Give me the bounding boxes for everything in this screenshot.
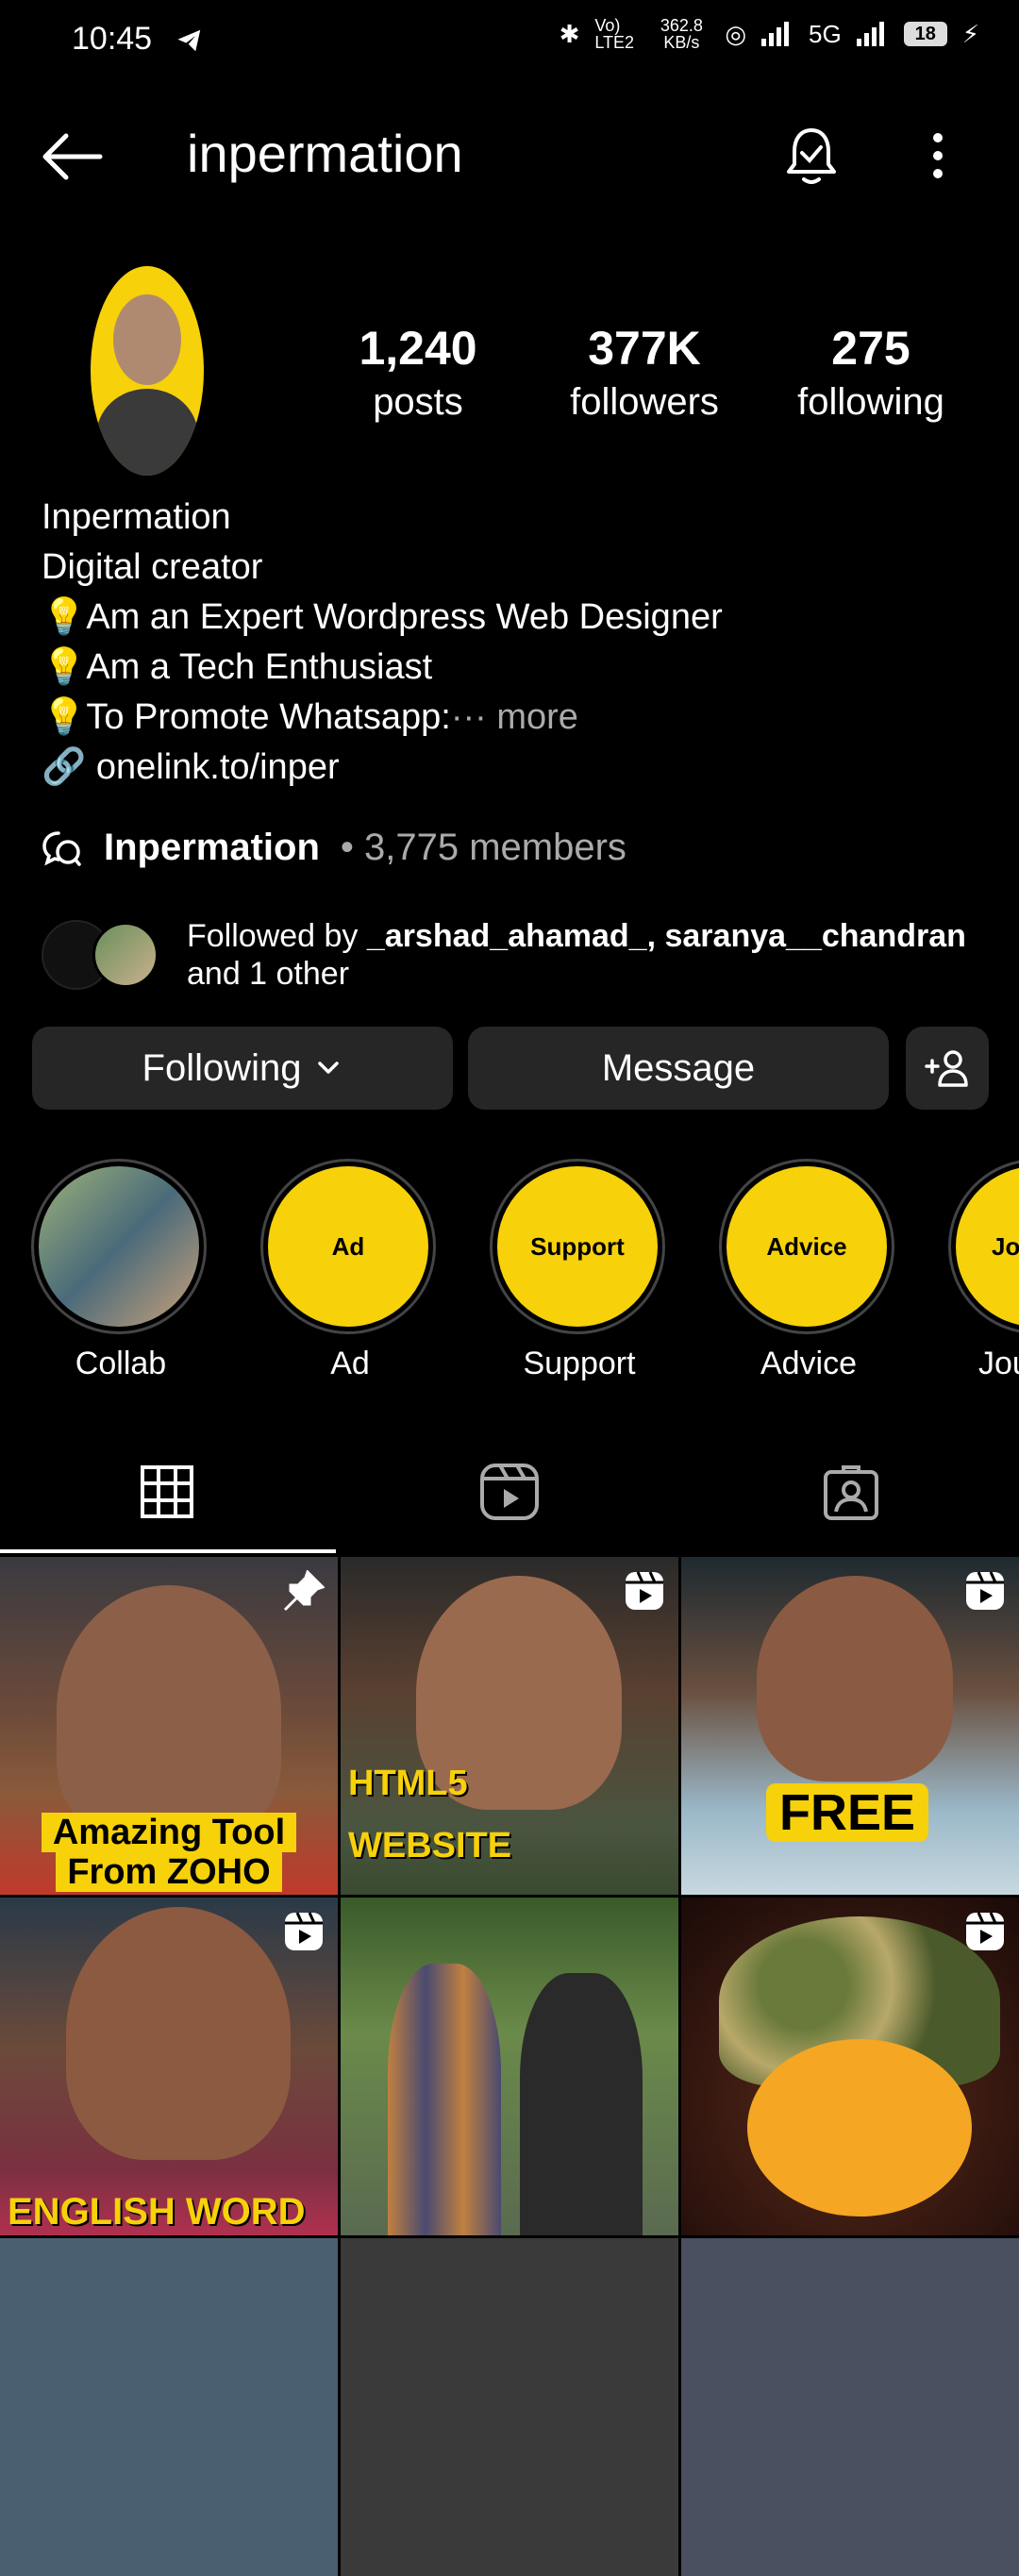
status-bar: 10:45 ✱ Vo) LTE2 362.8 KB/s ◎ 5G 18 ⚡	[0, 0, 1019, 85]
status-icons: ✱ Vo) LTE2 362.8 KB/s ◎ 5G 18 ⚡	[560, 17, 979, 51]
channel-icon	[42, 830, 81, 866]
following-count[interactable]: 275 following	[777, 321, 965, 424]
channel-members: • 3,775 members	[340, 827, 626, 868]
reels-tab-icon[interactable]	[479, 1463, 540, 1521]
channel-name: Inpermation	[104, 827, 320, 868]
profile-avatar[interactable]	[91, 266, 204, 476]
post-thumbnail[interactable]	[681, 2238, 1019, 2576]
add-person-icon	[925, 1050, 968, 1087]
bio-line-3: 💡To Promote Whatsapp:··· more	[42, 697, 578, 737]
grid-tab-icon[interactable]	[140, 1464, 194, 1519]
bio-category: Digital creator	[42, 547, 263, 587]
tagged-tab-icon[interactable]	[823, 1464, 879, 1521]
post-thumbnail[interactable]	[341, 2238, 678, 2576]
highlight-collab[interactable]: Collab	[31, 1159, 210, 1382]
reel-icon	[285, 1912, 323, 1950]
notification-bell-icon[interactable]	[783, 125, 840, 187]
highlight-journey[interactable]: Jo Jou	[948, 1159, 1019, 1404]
posts-count[interactable]: 1,240 posts	[324, 321, 512, 424]
post-thumbnail[interactable]	[681, 1898, 1019, 2235]
followers-count[interactable]: 377K followers	[550, 321, 739, 424]
broadcast-channel[interactable]: Inpermation • 3,775 members	[42, 827, 626, 869]
post-thumbnail[interactable]	[0, 2238, 338, 2576]
signal-icon-2	[856, 22, 884, 46]
reel-icon	[626, 1571, 663, 1610]
telegram-icon	[177, 29, 201, 52]
status-time: 10:45	[72, 21, 153, 57]
bluetooth-icon: ✱	[559, 19, 580, 48]
followed-by[interactable]: Followed by _arshad_ahamad_, saranya__ch…	[42, 917, 966, 993]
bio-line-2: 💡Am a Tech Enthusiast	[42, 647, 433, 687]
post-thumbnail[interactable]: ENGLISH WORD	[0, 1898, 338, 2235]
hotspot-icon: ◎	[725, 19, 747, 48]
network-speed: 362.8 KB/s	[660, 16, 703, 52]
signal-icon	[761, 22, 790, 46]
highlight-advice[interactable]: Advice Advice	[719, 1159, 898, 1382]
bio-link[interactable]: 🔗 onelink.to/inper	[42, 743, 985, 793]
post-thumbnail[interactable]: FREE	[681, 1557, 1019, 1895]
charging-icon: ⚡	[961, 19, 979, 48]
active-tab-indicator	[0, 1549, 336, 1553]
reel-icon	[966, 1571, 1004, 1610]
volte-indicator: Vo) LTE2	[594, 16, 635, 52]
more-options-icon[interactable]	[927, 132, 949, 179]
back-arrow-icon[interactable]	[42, 132, 104, 181]
mutual-usernames: _arshad_ahamad_, saranya__chandran	[366, 918, 966, 954]
battery-icon: 18	[903, 22, 947, 46]
post-thumbnail[interactable]: Amazing Tool From ZOHO	[0, 1557, 338, 1895]
bio-line-1: 💡Am an Expert Wordpress Web Designer	[42, 597, 723, 637]
post-thumbnail[interactable]	[341, 1898, 678, 2235]
following-button[interactable]: Following	[32, 1027, 453, 1110]
pin-icon	[283, 1570, 325, 1612]
chevron-down-icon	[318, 1062, 340, 1074]
highlight-ad[interactable]: Ad Ad	[260, 1159, 440, 1382]
bio-name: Inpermation	[42, 497, 231, 537]
link-icon: 🔗	[42, 747, 87, 787]
bio-more-link[interactable]: ··· more	[451, 697, 578, 737]
reel-icon	[966, 1912, 1004, 1950]
network-type: 5G	[809, 19, 842, 48]
profile-username: inpermation	[187, 124, 463, 183]
add-user-button[interactable]	[906, 1027, 989, 1110]
message-button[interactable]: Message	[468, 1027, 889, 1110]
post-thumbnail[interactable]: HTML5 WEBSITE	[341, 1557, 678, 1895]
profile-bio: Inpermation Digital creator 💡Am an Exper…	[42, 493, 985, 793]
highlight-support[interactable]: Support Support	[490, 1159, 669, 1382]
posts-grid: Amazing Tool From ZOHO HTML5 WEBSITE FRE…	[0, 1557, 1019, 2576]
mutual-avatar	[92, 922, 159, 988]
